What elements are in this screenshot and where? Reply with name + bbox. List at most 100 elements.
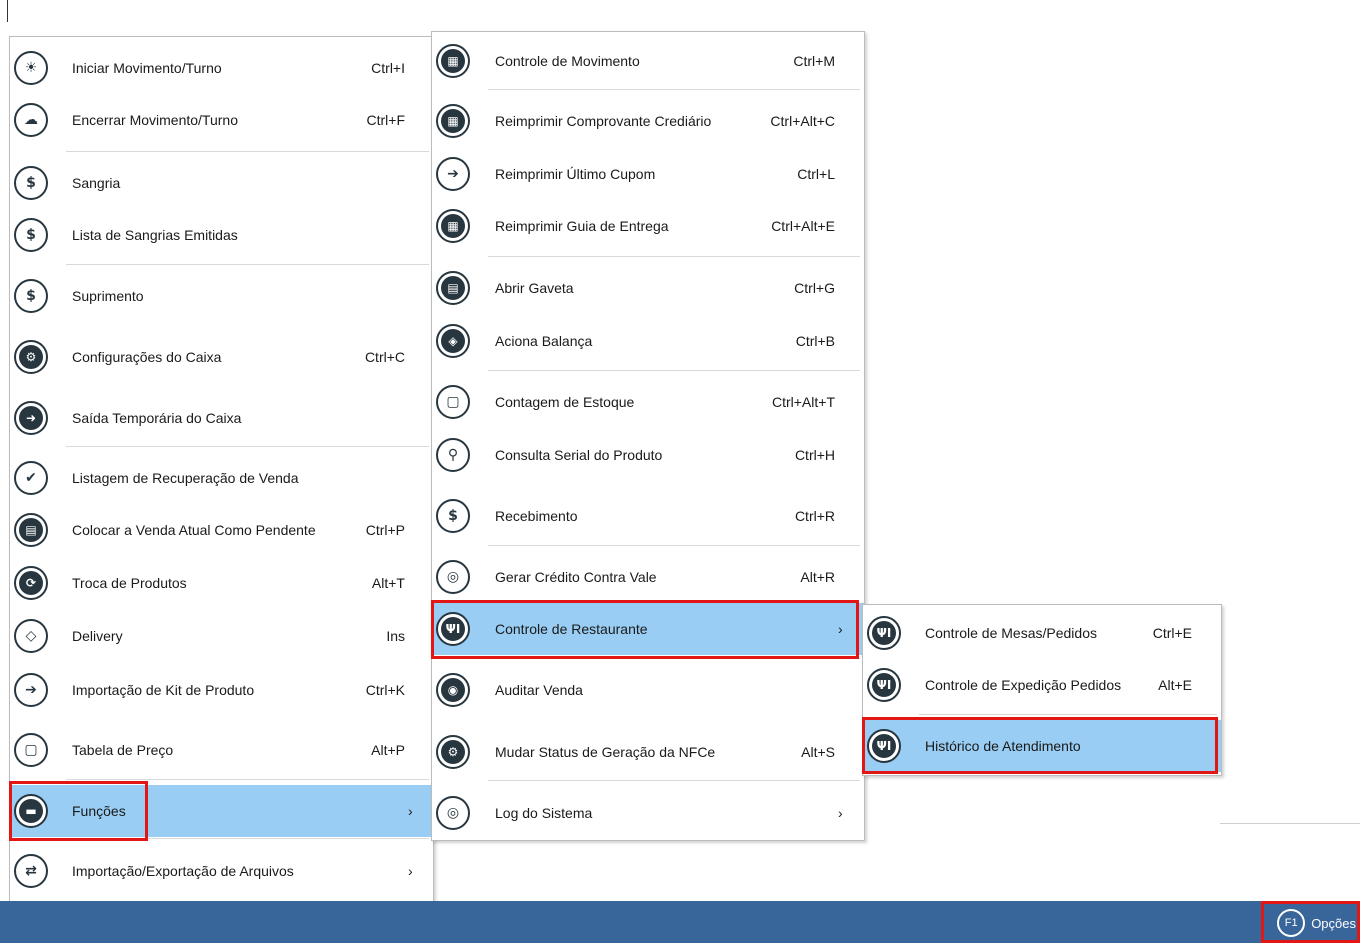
- menu1-item-saida-temporaria-do-caixa[interactable]: ➜ Saída Temporária do Caixa: [10, 392, 433, 444]
- shortcut-label: Alt+P: [371, 742, 405, 758]
- shortcut-label: Alt+R: [800, 569, 835, 585]
- menu-separator: [66, 838, 429, 839]
- menu1-item-configuracoes-do-caixa[interactable]: ⚙ Configurações do Caixa Ctrl+C: [10, 331, 433, 383]
- menu1-item-colocar-a-venda-atual-como-pendente[interactable]: ▤ Colocar a Venda Atual Como Pendente Ctrl…: [10, 504, 433, 556]
- menu-item-label: Mudar Status de Geração da NFCe: [495, 744, 716, 760]
- sun-icon: ☀: [14, 51, 48, 85]
- menu1-item-listagem-de-recuperacao-de-venda[interactable]: ✔ Listagem de Recuperação de Venda: [10, 452, 433, 504]
- shortcut-label: Ctrl+Alt+T: [771, 394, 835, 410]
- menu2-item-reimprimir-guia-de-entrega[interactable]: ▦ Reimprimir Guia de Entrega Ctrl+Alt+E: [432, 200, 864, 252]
- menu-separator: [488, 780, 860, 781]
- cart-icon: ▬: [14, 794, 48, 828]
- shortcut-label: Ctrl+E: [1152, 625, 1192, 641]
- menu2-item-gerar-credito-contra-vale[interactable]: ◎ Gerar Crédito Contra Vale Alt+R: [432, 551, 864, 603]
- shortcut-label: Ctrl+H: [794, 447, 835, 463]
- menu2-item-controle-de-restaurante[interactable]: ΨI Controle de Restaurante ›: [432, 603, 864, 655]
- search-icon: ⚲: [436, 438, 470, 472]
- menu1-item-importacao-exportacao-de-arquivos[interactable]: ⇄ Importação/Exportação de Arquivos ›: [10, 845, 433, 897]
- menu2-item-reimprimir-ultimo-cupom[interactable]: ➔ Reimprimir Último Cupom Ctrl+L: [432, 148, 864, 200]
- menu-item-label: Sangria: [72, 175, 121, 191]
- menu-separator: [488, 658, 860, 659]
- menu-item-label: Saída Temporária do Caixa: [72, 410, 242, 426]
- shortcut-label: Ctrl+G: [794, 280, 835, 296]
- shortcut-label: Ctrl+Alt+E: [771, 218, 835, 234]
- menu2-item-controle-de-movimento[interactable]: ▦ Controle de Movimento Ctrl+M: [432, 35, 864, 87]
- shortcut-label: Ctrl+I: [371, 60, 405, 76]
- money-minus-icon: $: [14, 166, 48, 200]
- menu1-item-sangria[interactable]: $ Sangria: [10, 157, 433, 209]
- restaurant-submenu: ΨI Controle de Mesas/Pedidos Ctrl+E ΨI Contr…: [862, 604, 1222, 776]
- menu1-item-funcoes[interactable]: ▬ Funções ›: [10, 785, 433, 837]
- menu-item-label: Controle de Movimento: [495, 53, 640, 69]
- shortcut-label: Ctrl+L: [797, 166, 835, 182]
- exit-icon: ➜: [14, 401, 48, 435]
- clipboard-icon: ▢: [14, 733, 48, 767]
- menu1-item-tabela-de-preco[interactable]: ▢ Tabela de Preço Alt+P: [10, 724, 433, 776]
- menu2-item-aciona-balanca[interactable]: ◈ Aciona Balança Ctrl+B: [432, 315, 864, 367]
- menu-item-label: Controle de Expedição Pedidos: [925, 677, 1122, 693]
- menu1-item-iniciar-movimento-turno[interactable]: ☀ Iniciar Movimento/Turno Ctrl+I: [10, 42, 433, 94]
- menu2-item-contagem-de-estoque[interactable]: ▢ Contagem de Estoque Ctrl+Alt+T: [432, 376, 864, 428]
- menu-item-label: Recebimento: [495, 508, 578, 524]
- money-plus-icon: $: [14, 279, 48, 313]
- menu1-item-troca-de-produtos[interactable]: ⟳ Troca de Produtos Alt+T: [10, 557, 433, 609]
- swap-icon: ⟳: [14, 566, 48, 600]
- menu-separator: [66, 151, 429, 152]
- shortcut-label: Ctrl+R: [794, 508, 835, 524]
- shortcut-label: Alt+T: [371, 575, 405, 591]
- fork-knife-icon: ΨI: [436, 612, 470, 646]
- shortcut-label: Alt+S: [801, 744, 835, 760]
- shortcut-label: Ctrl+B: [795, 333, 835, 349]
- checklist-icon: ✔: [14, 461, 48, 495]
- register-icon: ▤: [436, 271, 470, 305]
- register-icon: ▤: [14, 513, 48, 547]
- voucher-icon: ◎: [436, 796, 470, 830]
- fork-knife-icon: ΨI: [867, 668, 901, 702]
- menu-item-label: Iniciar Movimento/Turno: [72, 60, 222, 76]
- menu-separator: [488, 370, 860, 371]
- menu1-item-delivery[interactable]: ◇ Delivery Ins: [10, 610, 433, 662]
- menu3-item-controle-de-expedicao-pedidos[interactable]: ΨI Controle de Expedição Pedidos Alt+E: [863, 659, 1221, 711]
- fork-knife-icon: ΨI: [867, 616, 901, 650]
- background-divider: [1220, 823, 1360, 824]
- shortcut-label: Ctrl+Alt+C: [770, 113, 835, 129]
- menu2-item-consulta-serial-do-produto[interactable]: ⚲ Consulta Serial do Produto Ctrl+H: [432, 429, 864, 481]
- menu1-item-suprimento[interactable]: $ Suprimento: [10, 270, 433, 322]
- money-minus-icon: $: [14, 218, 48, 252]
- menu-separator: [488, 89, 860, 90]
- menu-item-label: Tabela de Preço: [72, 742, 174, 758]
- import-icon: ➔: [436, 157, 470, 191]
- menu-separator: [66, 264, 429, 265]
- menu-item-label: Encerrar Movimento/Turno: [72, 112, 238, 128]
- menu2-item-auditar-venda[interactable]: ◉ Auditar Venda: [432, 664, 864, 716]
- gear-icon: ⚙: [436, 735, 470, 769]
- text-caret: [7, 0, 8, 22]
- menu3-item-historico-de-atendimento[interactable]: ΨI Histórico de Atendimento: [863, 720, 1221, 772]
- menu-item-label: Configurações do Caixa: [72, 349, 222, 365]
- menu2-item-reimprimir-comprovante-crediario[interactable]: ▦ Reimprimir Comprovante Crediário Ctrl+Al…: [432, 95, 864, 147]
- menu1-item-encerrar-movimento-turno[interactable]: ☁ Encerrar Movimento/Turno Ctrl+F: [10, 94, 433, 146]
- menu-separator: [488, 545, 860, 546]
- menu1-item-lista-de-sangrias-emitidas[interactable]: $ Lista de Sangrias Emitidas: [10, 209, 433, 261]
- menu3-item-controle-de-mesas-pedidos[interactable]: ΨI Controle de Mesas/Pedidos Ctrl+E: [863, 607, 1221, 659]
- menu2-item-mudar-status-de-geracao-da-nfce[interactable]: ⚙ Mudar Status de Geração da NFCe Alt+S: [432, 726, 864, 778]
- calculator-icon: ▦: [436, 44, 470, 78]
- options-label: Opções: [1311, 915, 1356, 931]
- shortcut-label: Alt+E: [1158, 677, 1192, 693]
- status-bar: [0, 901, 1360, 943]
- calculator-icon: ▦: [436, 104, 470, 138]
- menu-item-label: Listagem de Recuperação de Venda: [72, 470, 299, 486]
- chevron-right-icon: ›: [408, 803, 413, 819]
- options-button[interactable]: F1 Opções: [1277, 905, 1356, 941]
- menu-item-label: Consulta Serial do Produto: [495, 447, 663, 463]
- menu2-item-recebimento[interactable]: $ Recebimento Ctrl+R: [432, 490, 864, 542]
- menu2-item-abrir-gaveta[interactable]: ▤ Abrir Gaveta Ctrl+G: [432, 262, 864, 314]
- menu-item-label: Delivery: [72, 628, 123, 644]
- menu2-item-log-do-sistema[interactable]: ◎ Log do Sistema ›: [432, 787, 864, 839]
- menu-item-label: Funções: [72, 803, 126, 819]
- shortcut-label: Ctrl+K: [365, 682, 405, 698]
- menu-item-label: Importação de Kit de Produto: [72, 682, 255, 698]
- menu1-item-importacao-de-kit-de-produto[interactable]: ➔ Importação de Kit de Produto Ctrl+K: [10, 664, 433, 716]
- import-icon: ➔: [14, 673, 48, 707]
- shortcut-label: Ctrl+C: [364, 349, 405, 365]
